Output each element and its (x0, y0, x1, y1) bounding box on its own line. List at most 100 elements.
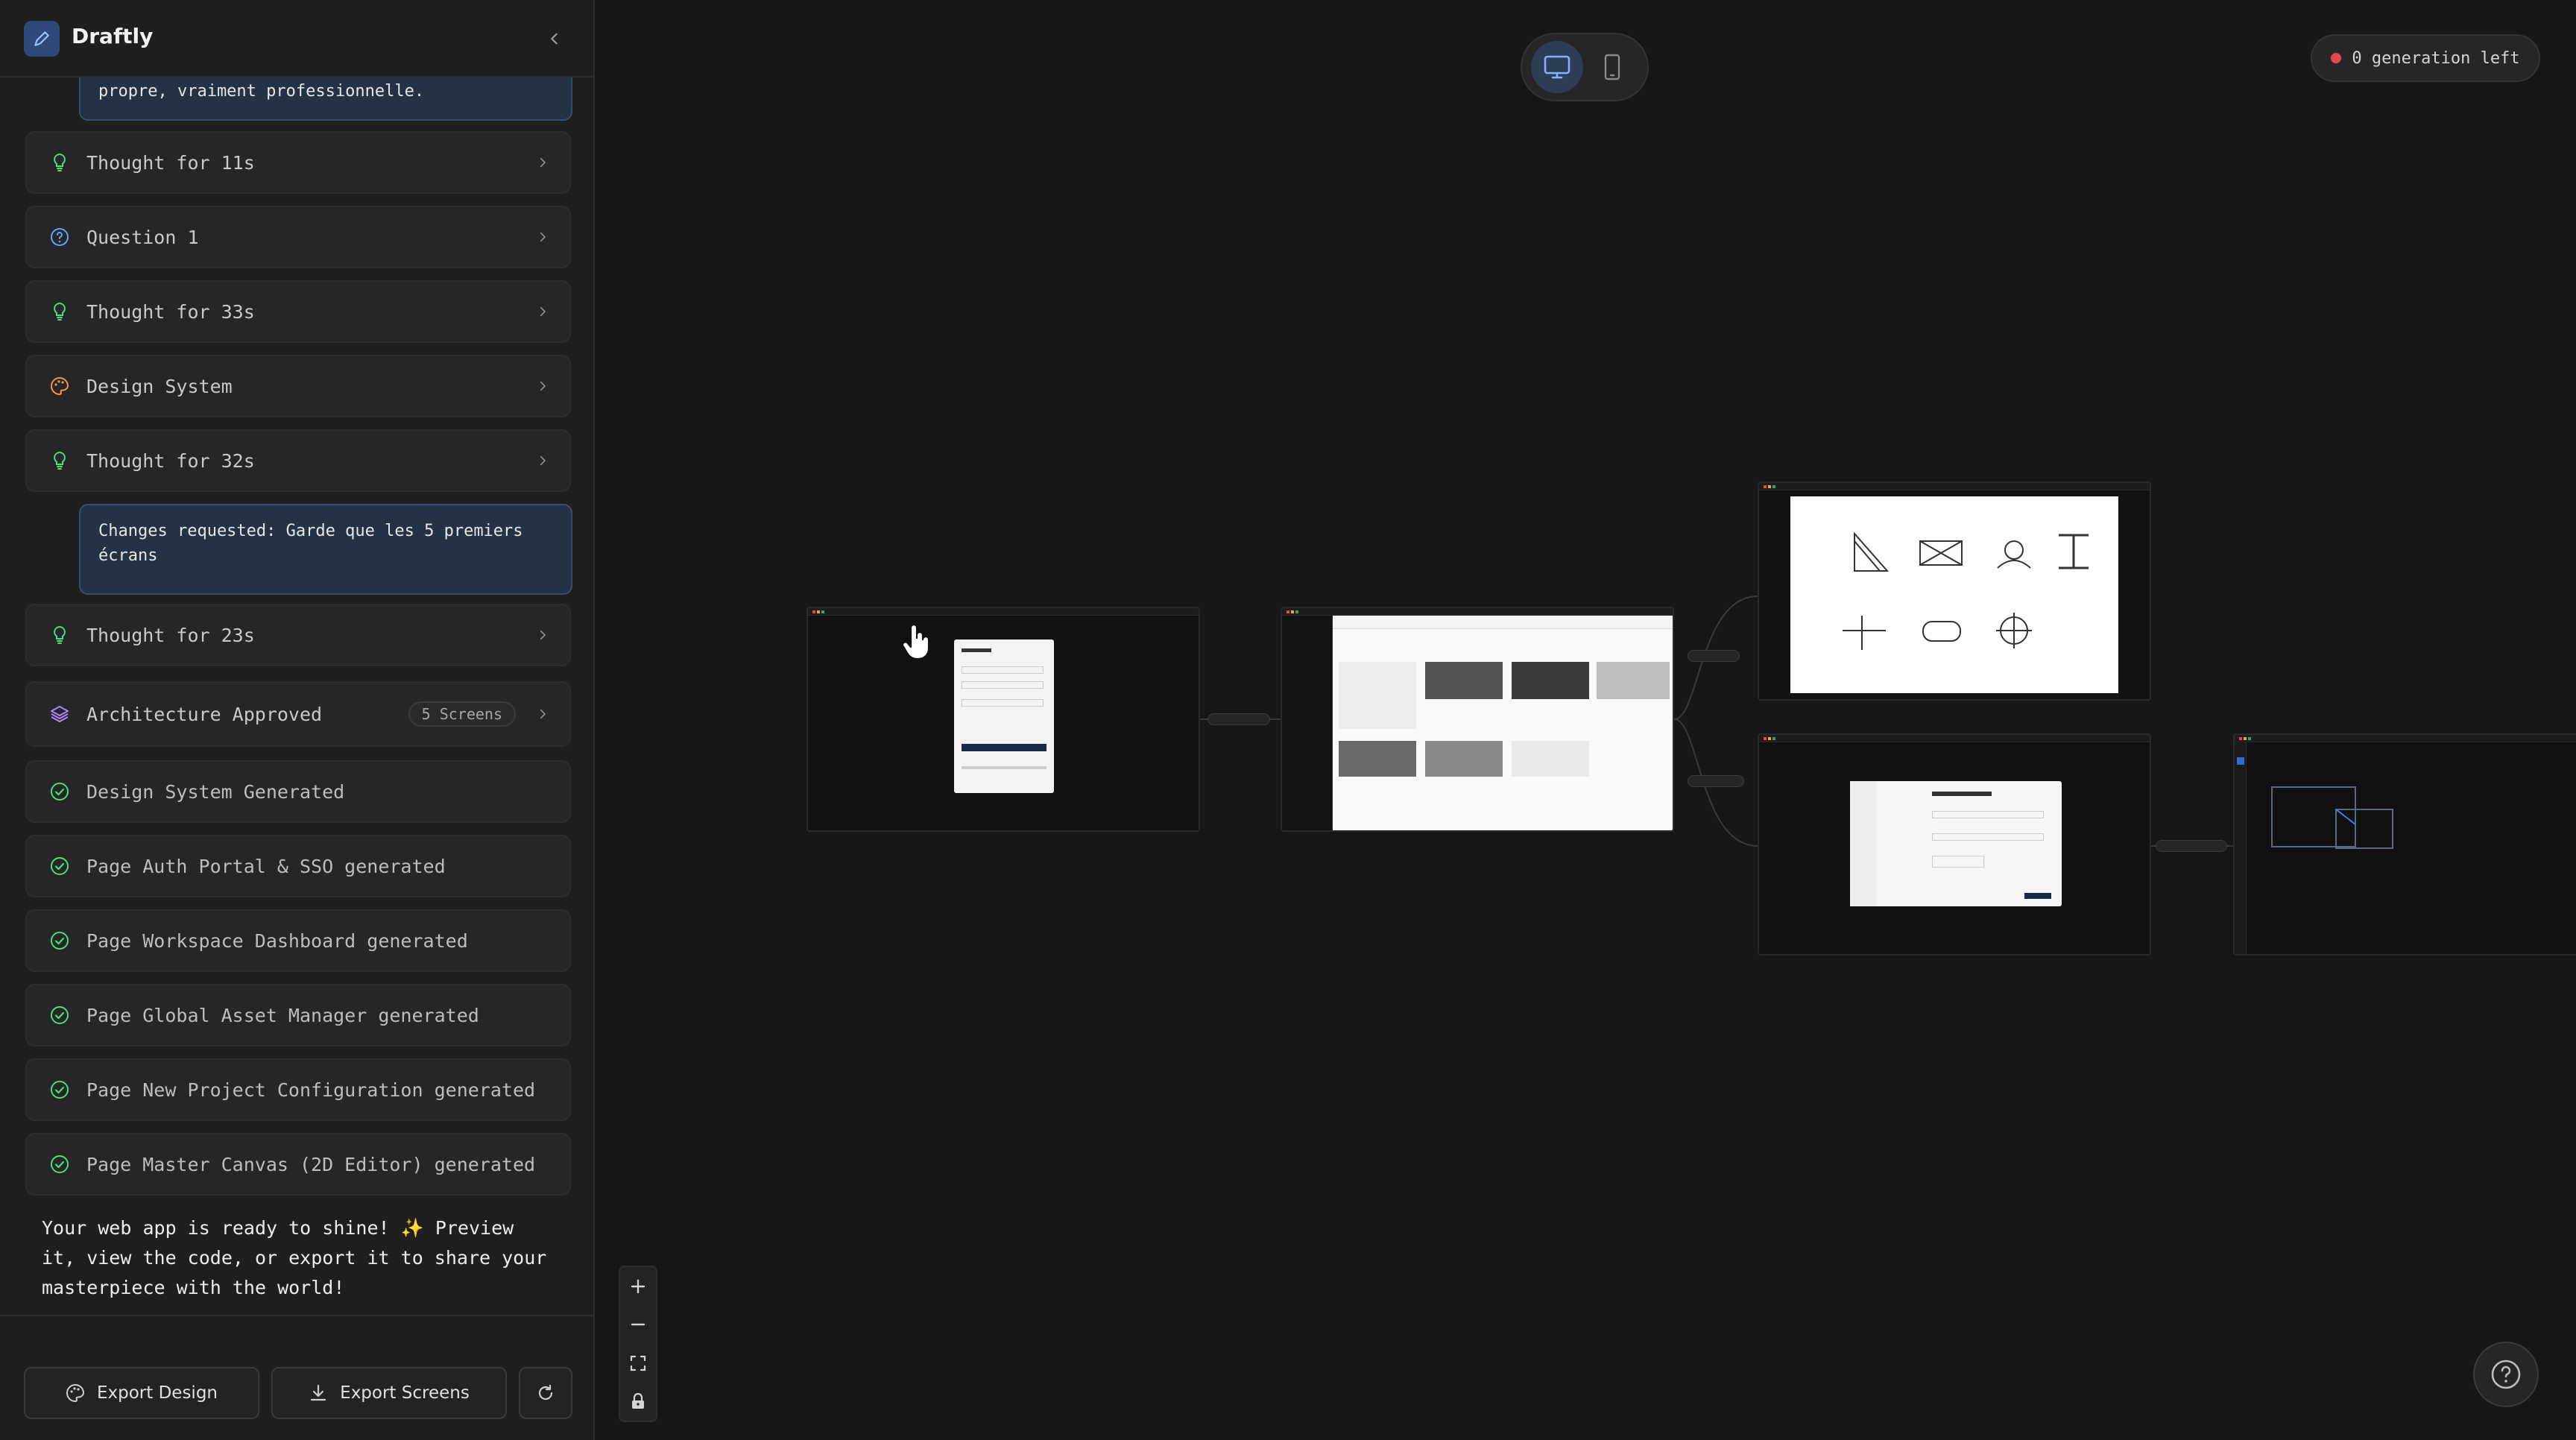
frame-titlebar (1759, 483, 2150, 490)
zoom-controls (619, 1266, 657, 1422)
thought-step[interactable]: Thought for 23s (25, 604, 571, 666)
check-circle-icon (49, 930, 70, 951)
step-label: Thought for 32s (86, 449, 255, 472)
generated-step: Page Master Canvas (2D Editor) generated (25, 1133, 571, 1196)
plus-icon (631, 1279, 645, 1293)
screens-count-badge: 5 Screens (408, 701, 516, 727)
user-message-text: Changes requested: Garde que les 5 premi… (98, 522, 523, 565)
frame-titlebar (1282, 608, 1673, 616)
palette-icon (49, 376, 70, 397)
thought-step[interactable]: Thought for 32s (25, 429, 571, 492)
check-circle-icon (49, 1005, 70, 1026)
design-system-step[interactable]: Design System (25, 355, 571, 417)
floorplan-preview (2271, 786, 2393, 849)
question-step[interactable]: Question 1 (25, 206, 571, 268)
export-screens-label: Export Screens (340, 1383, 470, 1403)
minus-icon (631, 1324, 645, 1326)
check-circle-icon (49, 781, 70, 802)
hand-cursor-icon (901, 623, 930, 660)
help-circle-icon (2491, 1360, 2521, 1389)
generated-step: Page Workspace Dashboard generated (25, 909, 571, 972)
step-label: Thought for 11s (86, 151, 255, 174)
user-message-bubble: propre, vraiment professionnelle. (79, 78, 572, 121)
collapse-sidebar-button[interactable] (538, 22, 571, 55)
app-title: Draftly (72, 24, 154, 48)
fit-view-button[interactable] (623, 1348, 653, 1378)
chat-history[interactable]: propre, vraiment professionnelle. Though… (0, 78, 593, 1315)
check-circle-icon (49, 1079, 70, 1100)
dashboard-content-preview (1333, 629, 1673, 830)
user-message-bubble: Changes requested: Garde que les 5 premi… (79, 504, 572, 595)
app-logo (24, 21, 60, 57)
step-label: Design System Generated (86, 780, 345, 803)
dashboard-sidebar-preview (1282, 616, 1333, 830)
generated-step: Page Auth Portal & SSO generated (25, 835, 571, 897)
screen-frame-auth[interactable] (806, 607, 1200, 832)
palette-icon (66, 1383, 84, 1403)
architecture-step[interactable]: Architecture Approved 5 Screens (25, 681, 571, 747)
step-label: Page New Project Configuration generated (86, 1079, 536, 1101)
step-label: Architecture Approved (86, 703, 323, 725)
refresh-button[interactable] (519, 1367, 572, 1419)
design-canvas[interactable]: 0 generation left (596, 0, 2576, 1440)
frame-titlebar (1759, 735, 2150, 742)
layers-icon (49, 704, 70, 724)
sidebar-footer: Export Design Export Screens (0, 1315, 593, 1440)
fullscreen-icon (630, 1355, 646, 1371)
zoom-out-button[interactable] (623, 1310, 653, 1339)
zoom-in-button[interactable] (623, 1272, 653, 1301)
dashboard-topbar-preview (1333, 616, 1673, 629)
help-button[interactable] (2473, 1342, 2539, 1407)
step-label: Page Auth Portal & SSO generated (86, 855, 446, 877)
assistant-final-message: Your web app is ready to shine! ✨ Previe… (42, 1217, 547, 1298)
frame-titlebar (2235, 735, 2576, 742)
question-circle-icon (49, 227, 70, 247)
lightbulb-icon (49, 301, 70, 322)
step-label: Page Global Asset Manager generated (86, 1004, 479, 1026)
lock-canvas-button[interactable] (623, 1386, 653, 1416)
chevron-left-icon (551, 33, 558, 45)
lightbulb-icon (49, 450, 70, 471)
connector-label (1688, 775, 1744, 787)
lightbulb-icon (49, 152, 70, 173)
refresh-icon (538, 1384, 553, 1400)
check-circle-icon (49, 1154, 70, 1175)
generated-step: Design System Generated (25, 760, 571, 823)
screen-frame-dashboard[interactable] (1281, 607, 1674, 832)
asset-grid-preview (1790, 496, 2118, 693)
step-label: Question 1 (86, 226, 199, 248)
lock-icon (632, 1393, 644, 1409)
screen-frame-asset-manager[interactable] (1758, 481, 2151, 701)
frame-titlebar (808, 608, 1199, 616)
sidebar-header: Draftly (0, 0, 593, 78)
user-message-text: propre, vraiment professionnelle. (98, 82, 425, 101)
connector-label (1208, 713, 1270, 725)
step-label: Thought for 23s (86, 624, 255, 646)
generated-step: Page New Project Configuration generated (25, 1058, 571, 1121)
export-design-button[interactable]: Export Design (24, 1367, 259, 1419)
export-screens-button[interactable]: Export Screens (271, 1367, 507, 1419)
generated-step: Page Global Asset Manager generated (25, 984, 571, 1046)
chevron-right-icon (534, 228, 552, 246)
editor-toolbar-preview (2235, 742, 2247, 954)
download-icon (311, 1384, 326, 1401)
connector-label (2156, 840, 2227, 852)
config-form-preview (1850, 781, 2062, 906)
screen-frame-master-canvas[interactable] (2233, 733, 2576, 956)
login-card-preview (954, 640, 1054, 793)
chevron-right-icon (534, 303, 552, 320)
connector-label (1688, 650, 1740, 662)
thought-step[interactable]: Thought for 11s (25, 131, 571, 194)
chevron-right-icon (534, 154, 552, 171)
screen-frame-project-config[interactable] (1758, 733, 2151, 956)
lightbulb-icon (49, 625, 70, 645)
step-label: Thought for 33s (86, 300, 255, 323)
step-label: Page Workspace Dashboard generated (86, 929, 468, 952)
pencil-icon (34, 31, 49, 46)
asset-icons-preview (1843, 531, 2089, 650)
chevron-right-icon (534, 452, 552, 470)
step-label: Design System (86, 375, 233, 397)
chevron-right-icon (534, 626, 552, 644)
thought-step[interactable]: Thought for 33s (25, 280, 571, 343)
step-label: Page Master Canvas (2D Editor) generated (86, 1153, 536, 1175)
